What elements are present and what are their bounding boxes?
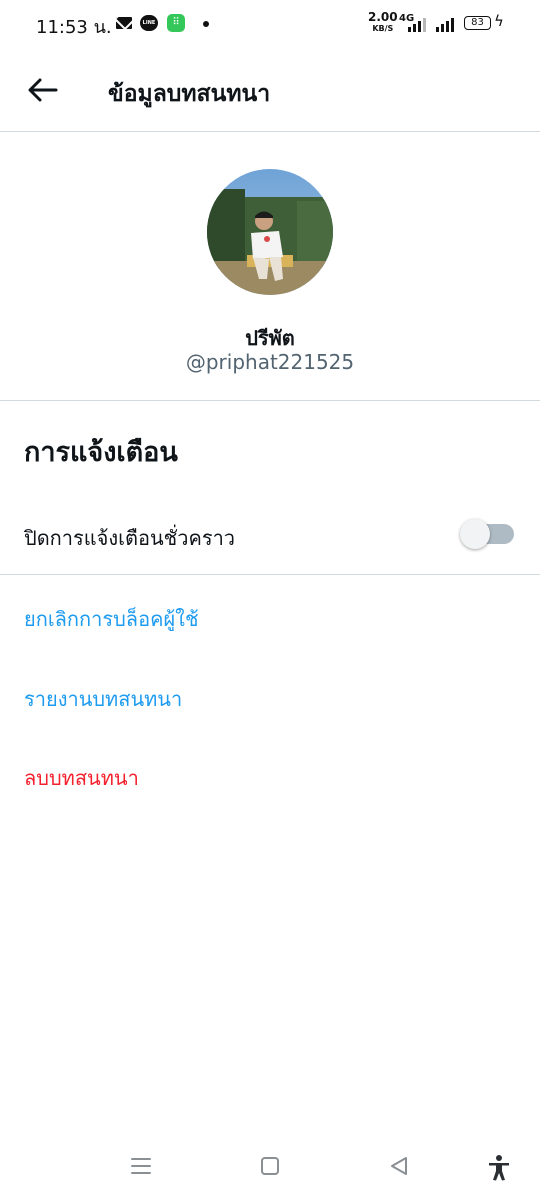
signal-icon [408, 16, 426, 32]
back-button[interactable] [26, 76, 58, 104]
mail-icon [116, 17, 132, 29]
home-square-icon [261, 1157, 279, 1175]
network-speed: 2.00 KB/S [368, 10, 398, 34]
page-title: ข้อมูลบทสนทนา [108, 81, 271, 107]
delete-conversation-button[interactable]: ลบบทสนทนา [24, 762, 139, 794]
network-speed-value: 2.00 [368, 10, 398, 24]
app-notification-icon: ⠿ [167, 14, 185, 32]
status-time: 11:53 น. [36, 17, 112, 38]
report-conversation-button[interactable]: รายงานบทสนทนา [24, 683, 182, 715]
menu-button[interactable] [130, 1154, 152, 1182]
charging-icon: ϟ [494, 12, 504, 30]
dot-icon [203, 21, 209, 27]
accessibility-icon [489, 1155, 509, 1181]
avatar[interactable] [207, 169, 333, 295]
snooze-notifications-row[interactable]: ปิดการแจ้งเตือนชั่วคราว [0, 500, 540, 575]
signal-icon [436, 16, 454, 32]
system-nav-bar [0, 1140, 540, 1200]
menu-icon [131, 1158, 151, 1174]
system-back-button[interactable] [387, 1154, 411, 1182]
status-bar: 11:53 น. LINE ⠿ 2.00 KB/S 4G 83 ϟ [0, 0, 540, 48]
profile-section: ปรีพัต @priphat221525 [0, 132, 540, 401]
network-speed-unit: KB/S [372, 24, 394, 33]
battery-icon: 83 [464, 16, 491, 30]
arrow-left-icon [28, 78, 58, 102]
unblock-user-button[interactable]: ยกเลิกการบล็อคผู้ใช้ [24, 603, 199, 635]
home-button[interactable] [259, 1154, 281, 1182]
notifications-section-title: การแจ้งเตือน [24, 437, 178, 468]
line-app-icon: LINE [140, 15, 158, 31]
avatar-photo [207, 169, 333, 295]
accessibility-button[interactable] [486, 1154, 512, 1186]
app-bar: ข้อมูลบทสนทนา [0, 48, 540, 132]
snooze-notifications-label: ปิดการแจ้งเตือนชั่วคราว [24, 526, 236, 550]
snooze-toggle-thumb[interactable] [460, 519, 490, 549]
user-handle: @priphat221525 [185, 350, 355, 374]
back-triangle-icon [391, 1157, 407, 1175]
